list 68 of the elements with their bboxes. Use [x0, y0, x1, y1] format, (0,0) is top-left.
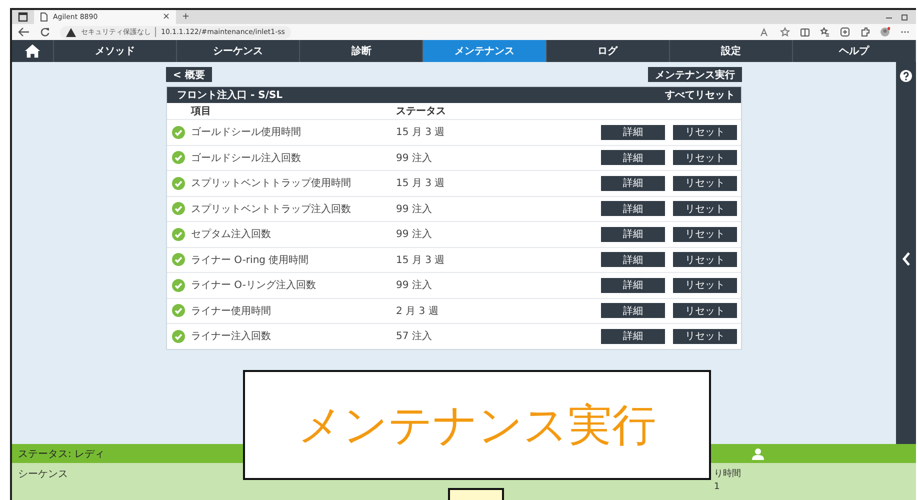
reset-button[interactable]: リセット — [673, 124, 737, 140]
status-value: 2 月 3 週 — [396, 304, 438, 318]
remaining-time-value: 1 — [714, 482, 720, 492]
reload-icon[interactable] — [40, 27, 50, 37]
item-name: スプリットベントトラップ使用時間 — [191, 176, 352, 190]
profile-icon[interactable] — [880, 27, 890, 37]
item-name: セプタム注入回数 — [191, 228, 272, 242]
status-value: 99 注入 — [396, 278, 432, 292]
reset-button[interactable]: リセット — [673, 201, 737, 216]
detail-button[interactable]: 詳細 — [601, 226, 665, 242]
reset-button[interactable]: リセット — [673, 252, 737, 268]
status-value: 15 月 3 週 — [396, 254, 445, 267]
reset-button[interactable]: リセット — [673, 176, 737, 191]
status-value: 15 月 3 週 — [396, 177, 445, 190]
detail-button[interactable]: 詳細 — [601, 201, 665, 216]
close-tab-button[interactable]: × — [162, 12, 170, 22]
remaining-time-label: り時間 — [714, 468, 741, 480]
window-icon[interactable] — [18, 12, 28, 22]
back-arrow-icon[interactable] — [18, 27, 30, 37]
item-name: ライナー注入回数 — [191, 330, 272, 344]
status-value: 57 注入 — [396, 330, 432, 344]
panel-title: フロント注入口 - S/SL — [177, 88, 283, 102]
nav-tab[interactable]: ログ — [546, 40, 670, 62]
column-header: ステータス — [396, 105, 446, 118]
split-screen-icon[interactable] — [800, 27, 810, 37]
item-name: ライナー O-リング注入回数 — [191, 278, 317, 292]
reset-all-link[interactable]: すべてリセット — [665, 88, 735, 102]
back-button[interactable]: < 概要 — [166, 67, 212, 82]
status-text: ステータス: レディ — [18, 448, 105, 460]
detail-button[interactable]: 詳細 — [601, 278, 665, 293]
star-icon[interactable] — [780, 27, 790, 37]
status-value: 99 注入 — [396, 202, 432, 216]
detail-button[interactable]: 詳細 — [601, 252, 665, 268]
reset-button[interactable]: リセット — [673, 328, 737, 344]
warning-icon — [66, 28, 76, 36]
item-name: ゴールドシール注入回数 — [191, 152, 302, 165]
nav-tab[interactable]: メンテナンス — [423, 40, 547, 62]
detail-button[interactable]: 詳細 — [601, 303, 665, 318]
sequence-label: シーケンス — [18, 468, 68, 481]
favorites-icon[interactable] — [820, 27, 830, 37]
detail-button[interactable]: 詳細 — [601, 176, 665, 191]
nav-tab[interactable]: メソッド — [54, 40, 178, 62]
item-name: スプリットベントトラップ注入回数 — [191, 202, 352, 216]
new-tab-button[interactable]: + — [182, 12, 190, 22]
detail-button[interactable]: 詳細 — [601, 328, 665, 344]
reset-button[interactable]: リセット — [673, 303, 737, 318]
status-value: 15 月 3 週 — [396, 126, 445, 140]
help-icon[interactable] — [900, 70, 912, 82]
callout-label: メンテナンス実行 — [243, 370, 711, 480]
column-header: 項目 — [191, 105, 212, 118]
status-value: 99 注入 — [396, 228, 432, 242]
restore-icon[interactable] — [900, 12, 910, 22]
reset-button[interactable]: リセット — [673, 226, 737, 242]
detail-button[interactable]: 詳細 — [601, 150, 665, 166]
collections-icon[interactable] — [840, 27, 850, 37]
nav-tab[interactable]: 設定 — [670, 40, 793, 62]
read-aloud-icon[interactable] — [760, 27, 770, 37]
item-name: ゴールドシール使用時間 — [191, 126, 302, 140]
nav-tab[interactable]: シーケンス — [177, 40, 300, 62]
detail-button[interactable]: 詳細 — [601, 124, 665, 140]
extensions-icon[interactable] — [860, 27, 870, 37]
reset-button[interactable]: リセット — [673, 150, 737, 166]
page-icon — [40, 12, 48, 22]
item-name: ライナー O-ring 使用時間 — [191, 254, 310, 267]
status-value: 99 注入 — [396, 152, 432, 165]
run-maintenance-button[interactable]: メンテナンス実行 — [648, 67, 742, 82]
item-name: ライナー使用時間 — [191, 304, 272, 318]
reset-button[interactable]: リセット — [673, 278, 737, 293]
